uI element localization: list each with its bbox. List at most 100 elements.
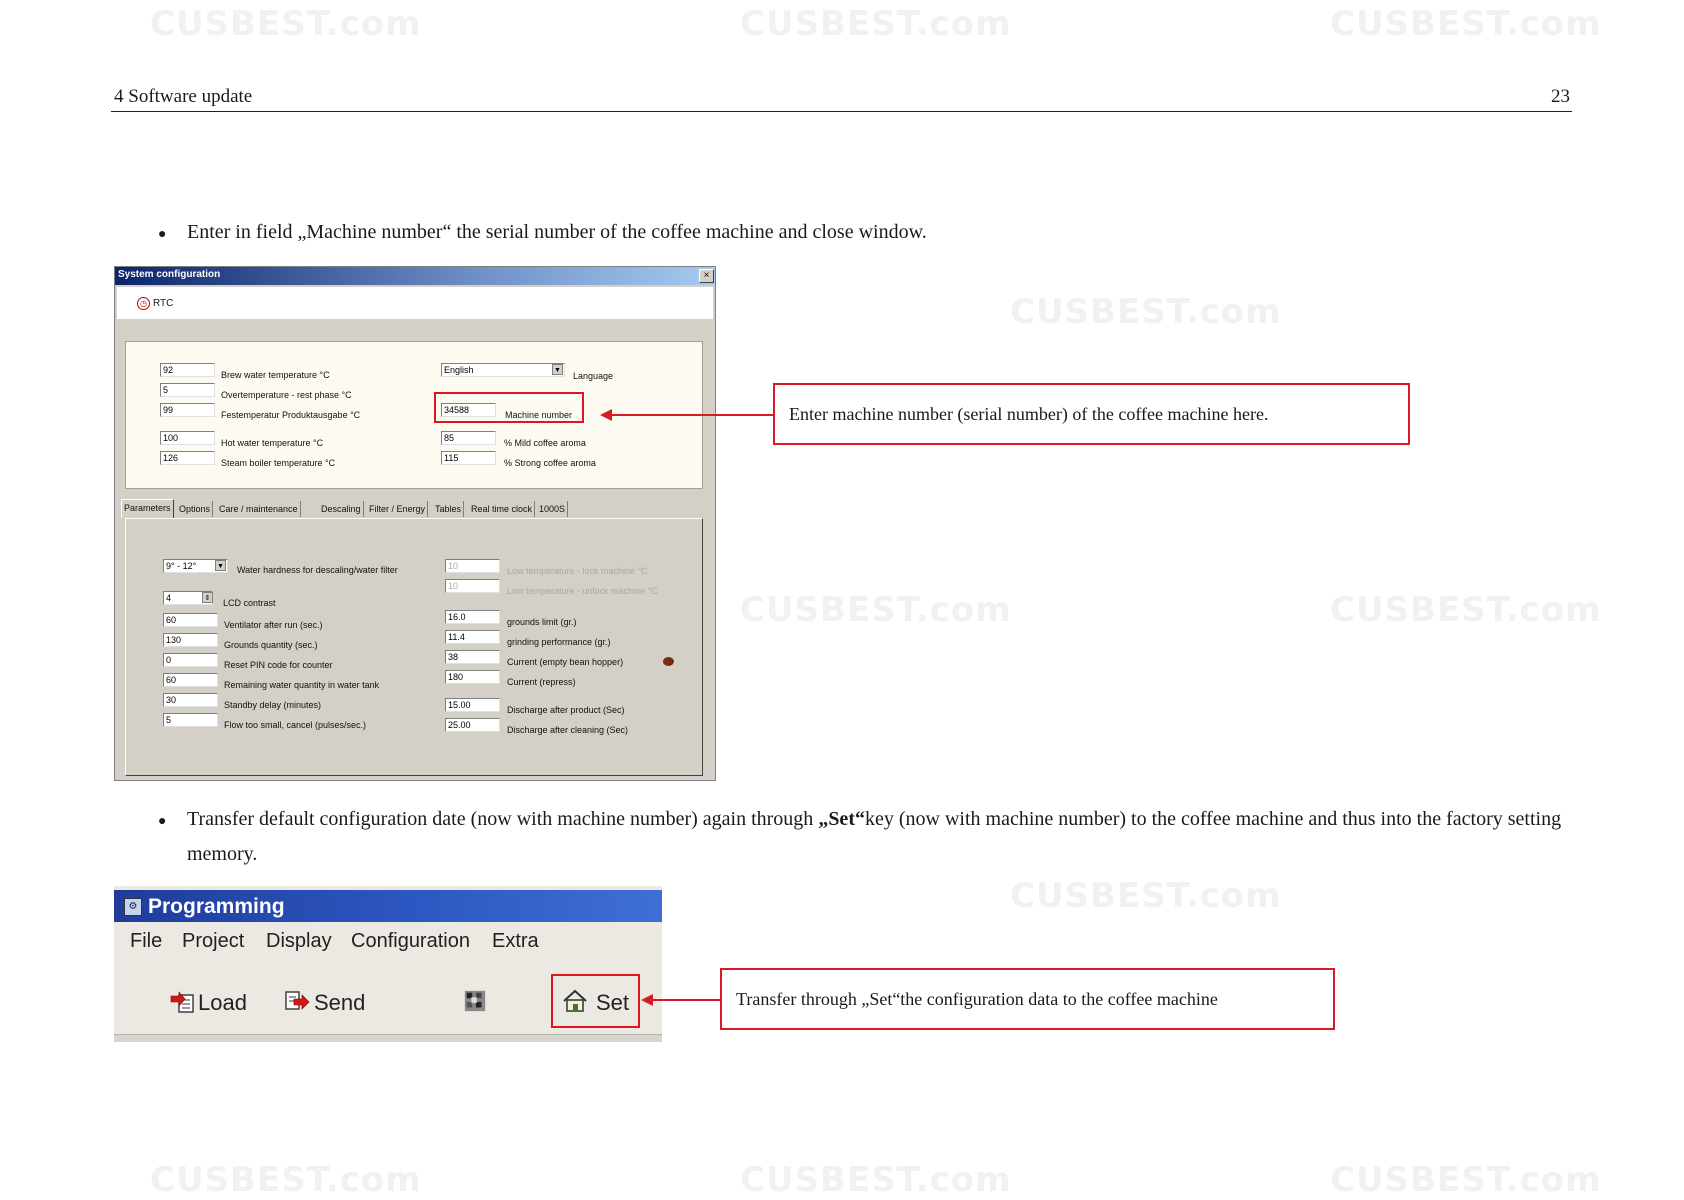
standby-delay-field[interactable]: 30 xyxy=(163,693,218,707)
step1-bullet: ● xyxy=(158,227,167,242)
tab-care-maintenance[interactable]: Care / maintenance xyxy=(217,501,301,517)
chevron-down-icon[interactable]: ▼ xyxy=(552,364,563,375)
step2-text: Transfer default configuration date (now… xyxy=(187,808,1562,865)
header-rule xyxy=(111,111,1572,112)
language-label: Language xyxy=(573,371,614,381)
grounds-limit-field[interactable]: 16.0 xyxy=(445,610,500,624)
field-label: Low temperature - lock machine °C xyxy=(507,566,648,576)
tab-1000s[interactable]: 1000S xyxy=(537,501,569,517)
menu-display[interactable]: Display xyxy=(266,930,332,953)
spinner-icon[interactable]: ⇕ xyxy=(202,592,213,603)
field-label: Standby delay (minutes) xyxy=(224,700,322,710)
watermark: CUSBEST.com xyxy=(1330,1160,1602,1200)
low-temp-unlock-field: 10 xyxy=(445,579,500,593)
field-label: Reset PIN code for counter xyxy=(224,660,333,670)
section-title: 4 Software update xyxy=(114,86,253,107)
grounds-quantity-field[interactable]: 130 xyxy=(163,633,218,647)
send-icon[interactable] xyxy=(284,989,310,1013)
current-empty-field[interactable]: 38 xyxy=(445,650,500,664)
tab-options[interactable]: Options xyxy=(177,501,214,517)
language-select[interactable]: English xyxy=(441,363,565,377)
send-button[interactable]: Send xyxy=(314,990,365,1016)
field-label: grinding performance (gr.) xyxy=(507,637,611,647)
load-button[interactable]: Load xyxy=(198,990,247,1016)
arrow-line xyxy=(610,414,774,416)
field-label: Grounds quantity (sec.) xyxy=(224,640,318,650)
field-label: Overtemperature - rest phase °C xyxy=(221,390,352,400)
menu-extra[interactable]: Extra xyxy=(492,930,539,953)
watermark: CUSBEST.com xyxy=(1330,4,1602,44)
machine-number-highlight xyxy=(434,392,584,423)
tab-filter-energy[interactable]: Filter / Energy xyxy=(367,501,429,517)
field-label: % Strong coffee aroma xyxy=(504,458,596,468)
page-number: 23 xyxy=(1551,86,1570,107)
watermark: CUSBEST.com xyxy=(740,1160,1012,1200)
programming-window: ⚙ Programming File Project Display Confi… xyxy=(114,886,662,1042)
field-label: Hot water temperature °C xyxy=(221,438,324,448)
window-titlebar: System configuration × xyxy=(115,267,715,285)
field-label: Remaining water quantity in water tank xyxy=(224,680,380,690)
window-title: Programming xyxy=(148,895,285,918)
watermark: CUSBEST.com xyxy=(740,4,1012,44)
remaining-water-field[interactable]: 60 xyxy=(163,673,218,687)
product-temp-field[interactable]: 99 xyxy=(160,403,215,417)
tab-bar: Parameters Options Care / maintenance De… xyxy=(121,499,709,519)
parameters-panel xyxy=(125,518,703,776)
field-label: Discharge after product (Sec) xyxy=(507,705,625,715)
app-icon: ⚙ xyxy=(124,898,142,916)
watermark: CUSBEST.com xyxy=(1010,292,1282,332)
mild-aroma-field[interactable]: 85 xyxy=(441,431,496,445)
step1-text: Enter in field „Machine number“ the seri… xyxy=(187,221,927,243)
chevron-down-icon[interactable]: ▼ xyxy=(215,560,226,571)
machine-number-callout: Enter machine number (serial number) of … xyxy=(773,383,1410,445)
field-label: Current (repress) xyxy=(507,677,576,687)
strong-aroma-field[interactable]: 115 xyxy=(441,451,496,465)
window-titlebar: ⚙ Programming xyxy=(114,890,662,922)
field-label: Discharge after cleaning (Sec) xyxy=(507,725,629,735)
rtc-button[interactable]: RTC xyxy=(153,298,173,309)
steam-boiler-temp-field[interactable]: 126 xyxy=(160,451,215,465)
window-bottom-edge xyxy=(114,1034,662,1042)
current-repress-field[interactable]: 180 xyxy=(445,670,500,684)
brew-temp-field[interactable]: 92 xyxy=(160,363,215,377)
menu-file[interactable]: File xyxy=(130,930,162,953)
reset-pin-field[interactable]: 0 xyxy=(163,653,218,667)
field-label: Ventilator after run (sec.) xyxy=(224,620,323,630)
set-highlight xyxy=(551,974,640,1028)
window-title: System configuration xyxy=(118,269,221,280)
overtemp-field[interactable]: 5 xyxy=(160,383,215,397)
arrow-line xyxy=(651,999,721,1001)
field-label: grounds limit (gr.) xyxy=(507,617,577,627)
field-label: Brew water temperature °C xyxy=(221,370,330,380)
menu-configuration[interactable]: Configuration xyxy=(351,930,470,953)
callout-text: Enter machine number (serial number) of … xyxy=(789,403,1269,424)
tab-tables[interactable]: Tables xyxy=(433,501,465,517)
field-label: Low temperature - unlock machine °C xyxy=(507,586,658,596)
field-label: Steam boiler temperature °C xyxy=(221,458,336,468)
watermark: CUSBEST.com xyxy=(150,1160,422,1200)
watermark: CUSBEST.com xyxy=(150,4,422,44)
step2-bullet: ● xyxy=(158,814,167,829)
tab-parameters[interactable]: Parameters xyxy=(121,499,174,518)
watermark: CUSBEST.com xyxy=(1330,590,1602,630)
grid-icon[interactable] xyxy=(462,989,488,1013)
menu-project[interactable]: Project xyxy=(182,930,244,953)
flow-cancel-field[interactable]: 5 xyxy=(163,713,218,727)
grinding-performance-field[interactable]: 11.4 xyxy=(445,630,500,644)
ventilator-field[interactable]: 60 xyxy=(163,613,218,627)
tab-real-time-clock[interactable]: Real time clock xyxy=(469,501,536,517)
tab-descaling[interactable]: Descaling xyxy=(319,501,364,517)
hot-water-temp-field[interactable]: 100 xyxy=(160,431,215,445)
close-button[interactable]: × xyxy=(699,269,714,283)
discharge-cleaning-field[interactable]: 25.00 xyxy=(445,718,500,732)
system-configuration-window: System configuration × ◷ RTC 92 Brew wat… xyxy=(114,266,716,781)
discharge-product-field[interactable]: 15.00 xyxy=(445,698,500,712)
window-toolbar xyxy=(117,287,713,319)
watermark: CUSBEST.com xyxy=(740,590,1012,630)
load-icon[interactable] xyxy=(170,990,196,1014)
field-label: LCD contrast xyxy=(223,598,276,608)
coffee-bean-icon xyxy=(663,657,674,666)
low-temp-lock-field: 10 xyxy=(445,559,500,573)
field-label: Flow too small, cancel (pulses/sec.) xyxy=(224,720,367,730)
clock-icon[interactable]: ◷ xyxy=(137,297,150,310)
